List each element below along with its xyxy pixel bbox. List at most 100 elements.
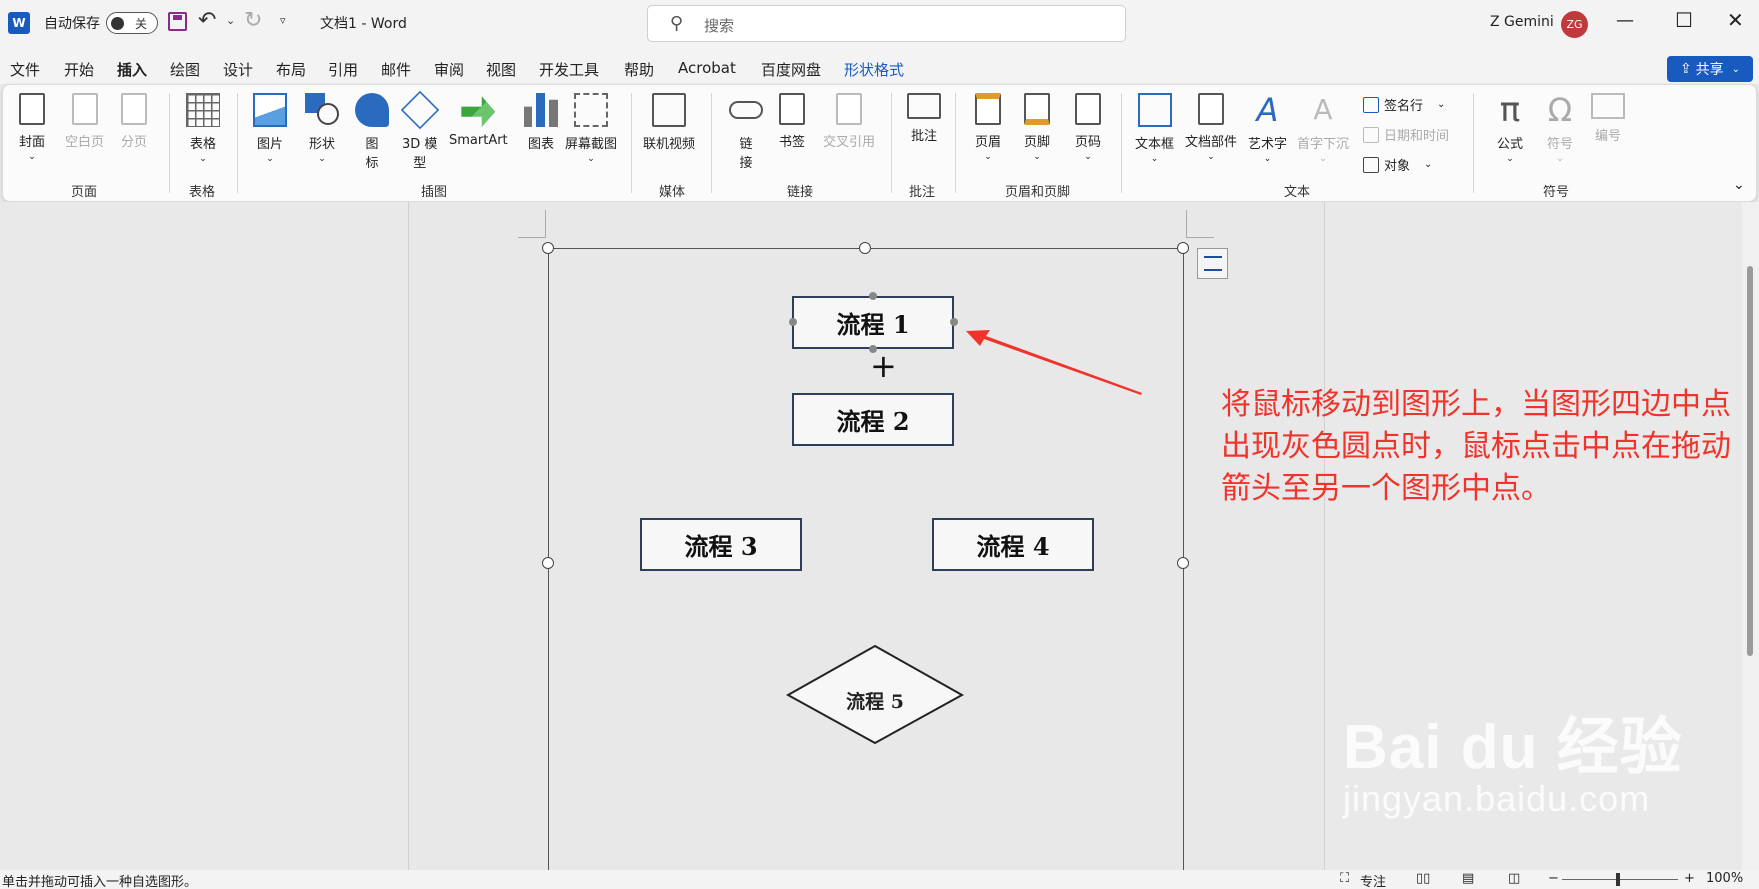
drop-cap-button[interactable]: A 首字下沉 ⌄ <box>1297 93 1349 164</box>
resize-handle[interactable] <box>1177 242 1189 254</box>
3d-models-label-2: 型 <box>413 156 427 171</box>
cover-button[interactable]: 封面 ⌄ <box>19 93 45 162</box>
user-name[interactable]: Z Gemini <box>1490 14 1554 30</box>
avatar[interactable]: ZG <box>1561 11 1588 38</box>
scroll-thumb[interactable] <box>1747 266 1753 656</box>
tab-draw[interactable]: 绘图 <box>170 59 200 80</box>
tab-layout[interactable]: 布局 <box>276 59 306 80</box>
connection-point[interactable] <box>789 318 797 326</box>
crop-mark <box>1186 237 1214 238</box>
read-mode-icon[interactable]: ▯▯ <box>1416 871 1430 886</box>
resize-handle[interactable] <box>542 557 554 569</box>
table-button[interactable]: 表格 ⌄ <box>186 93 220 164</box>
tab-review[interactable]: 审阅 <box>434 59 464 80</box>
footer-button[interactable]: 页脚 ⌄ <box>1024 93 1050 162</box>
connection-point[interactable] <box>950 318 958 326</box>
share-button[interactable]: ⇪ 共享 ⌄ <box>1667 56 1753 82</box>
maximize-icon[interactable]: ☐ <box>1675 8 1693 32</box>
tab-insert[interactable]: 插入 <box>117 59 148 88</box>
vertical-scrollbar[interactable] <box>1742 202 1759 870</box>
process-shape-3[interactable]: 流程 3 <box>640 518 802 571</box>
quick-parts-button[interactable]: 文档部件 ⌄ <box>1185 93 1237 162</box>
zoom-slider[interactable] <box>1562 879 1678 880</box>
tab-shape-format[interactable]: 形状格式 <box>844 59 904 80</box>
icons-button[interactable]: 图标 <box>355 93 389 171</box>
process-shape-1[interactable]: 流程 1 <box>792 296 954 349</box>
print-layout-icon[interactable]: ▤ <box>1462 871 1474 886</box>
close-icon[interactable]: ✕ <box>1727 8 1744 32</box>
autosave-toggle[interactable]: 关 <box>106 12 158 34</box>
redo-icon[interactable]: ↻ <box>244 8 262 33</box>
cross-reference-icon <box>836 93 862 125</box>
resize-handle[interactable] <box>542 242 554 254</box>
numbering-button[interactable]: 编号 <box>1591 93 1625 144</box>
bookmark-button[interactable]: 书签 <box>779 93 805 150</box>
process-shape-2[interactable]: 流程 2 <box>792 393 954 446</box>
quick-parts-label: 文档部件 <box>1185 135 1238 150</box>
search-input[interactable]: ⚲ 搜索 <box>647 5 1126 42</box>
date-time-button[interactable]: 日期和时间 <box>1363 125 1449 144</box>
process-shape-4[interactable]: 流程 4 <box>932 518 1094 571</box>
header-icon <box>975 93 1001 125</box>
equation-button[interactable]: π 公式 ⌄ <box>1493 93 1527 164</box>
bookmark-icon <box>779 93 805 125</box>
web-layout-icon[interactable]: ◫ <box>1508 871 1520 886</box>
wordart-button[interactable]: A 艺术字 ⌄ <box>1248 93 1287 164</box>
3d-models-button[interactable]: 3D 模型 <box>400 90 439 171</box>
tab-acrobat[interactable]: Acrobat <box>678 59 736 77</box>
zoom-slider-thumb[interactable] <box>1616 873 1620 886</box>
tab-references[interactable]: 引用 <box>328 59 358 80</box>
undo-dropdown-icon[interactable]: ⌄ <box>226 14 235 27</box>
focus-icon: ⛶ <box>1340 871 1350 886</box>
customize-toolbar-icon[interactable]: ▿ <box>280 14 286 27</box>
page-break-icon <box>121 93 147 125</box>
chevron-down-icon: ⌄ <box>1424 159 1433 170</box>
group-text-label: 文本 <box>1284 185 1311 200</box>
tab-home[interactable]: 开始 <box>64 59 94 80</box>
zoom-level[interactable]: 100% <box>1706 871 1743 886</box>
save-icon[interactable] <box>168 12 187 31</box>
chart-button[interactable]: 图表 <box>524 93 558 152</box>
smartart-button[interactable]: SmartArt <box>449 93 508 148</box>
tab-design[interactable]: 设计 <box>223 59 253 80</box>
group-media-label: 媒体 <box>659 185 686 200</box>
online-video-button[interactable]: 联机视频 <box>643 93 695 152</box>
crosshair-cursor-icon: + <box>870 347 897 385</box>
calendar-icon <box>1363 126 1379 143</box>
signature-line-button[interactable]: 签名行 ⌄ <box>1363 95 1445 114</box>
tab-mailings[interactable]: 邮件 <box>381 59 411 80</box>
header-button[interactable]: 页眉 ⌄ <box>975 93 1001 162</box>
object-button[interactable]: 对象 ⌄ <box>1363 155 1432 174</box>
tab-developer[interactable]: 开发工具 <box>539 59 599 80</box>
tab-view[interactable]: 视图 <box>486 59 516 80</box>
zoom-in-button[interactable]: + <box>1684 871 1695 886</box>
cross-reference-button[interactable]: 交叉引用 <box>823 93 875 150</box>
connection-point[interactable] <box>869 292 877 300</box>
zoom-out-button[interactable]: − <box>1548 871 1559 886</box>
process-label: 流程 1 <box>836 310 910 339</box>
tab-baidu-netdisk[interactable]: 百度网盘 <box>761 59 821 80</box>
text-box-button[interactable]: 文本框 ⌄ <box>1135 93 1174 164</box>
comment-button[interactable]: 批注 <box>907 93 941 144</box>
undo-icon[interactable]: ↶ <box>198 8 216 33</box>
page-number-button[interactable]: 页码 ⌄ <box>1075 93 1101 162</box>
blank-page-button[interactable]: 空白页 <box>65 93 104 150</box>
collapse-ribbon-icon[interactable]: ⌄ <box>1733 177 1745 193</box>
shapes-button[interactable]: 形状 ⌄ <box>305 93 339 164</box>
focus-button[interactable]: 专注 <box>1360 871 1386 889</box>
crop-mark <box>518 237 546 238</box>
screenshot-button[interactable]: 屏幕截图 ⌄ <box>565 93 617 164</box>
minimize-icon[interactable]: — <box>1616 10 1634 31</box>
pictures-button[interactable]: 图片 ⌄ <box>253 93 287 164</box>
header-label: 页眉 <box>975 135 1002 150</box>
tab-help[interactable]: 帮助 <box>624 59 654 80</box>
page-break-button[interactable]: 分页 <box>121 93 147 150</box>
resize-handle[interactable] <box>859 242 871 254</box>
layout-options-button[interactable] <box>1197 248 1228 279</box>
symbol-button[interactable]: Ω 符号 ⌄ <box>1543 93 1577 164</box>
signature-line-label: 签名行 <box>1384 99 1424 114</box>
tab-file[interactable]: 文件 <box>10 59 40 80</box>
process-label: 流程 2 <box>836 407 910 436</box>
resize-handle[interactable] <box>1177 557 1189 569</box>
link-button[interactable]: 链接 <box>729 93 763 171</box>
